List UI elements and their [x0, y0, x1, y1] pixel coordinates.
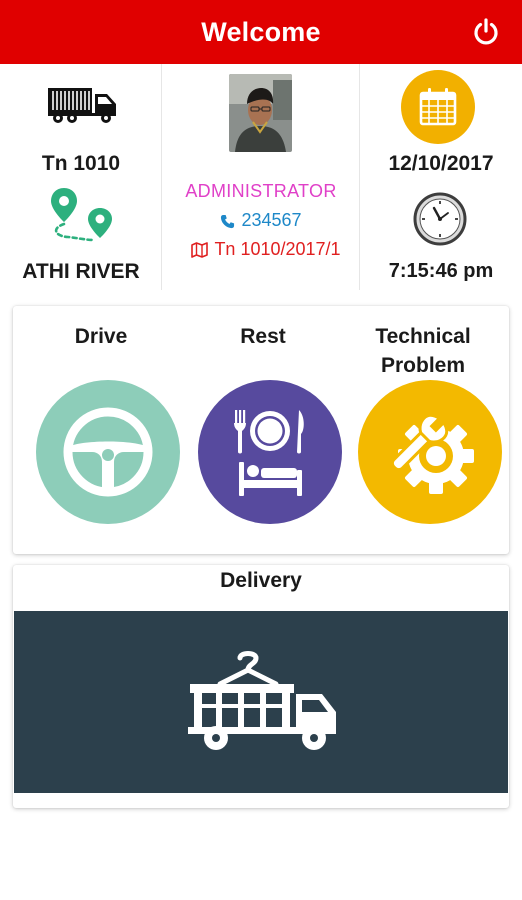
vehicle-location: ATHI RIVER [22, 260, 140, 283]
truck-icon [48, 88, 116, 123]
steering-wheel-icon [63, 407, 153, 497]
drive-circle[interactable] [36, 380, 180, 524]
user-column: ADMINISTRATOR 234567 Tn 1010/2017/1 [162, 64, 360, 290]
rest-button[interactable]: Rest [183, 306, 343, 554]
wrench-gear-icon [390, 413, 474, 494]
technical-problem-label: Technical Problem [375, 325, 471, 377]
page-title: Welcome [201, 16, 321, 47]
status-actions-card: Drive Rest Technical Problem [13, 306, 509, 554]
delivery-label: Delivery [220, 569, 302, 592]
vehicle-number: Tn 1010 [41, 152, 121, 175]
drive-button[interactable]: Drive [21, 306, 181, 554]
current-date: 12/10/2017 [388, 152, 494, 175]
calendar-icon [401, 70, 475, 144]
trip-number: Tn 1010/2017/1 [214, 239, 341, 259]
info-panel: Tn 1010 ATHI RIVER ADMINISTRATOR 234567 … [0, 64, 522, 290]
delivery-card: Delivery [13, 565, 509, 808]
phone-row[interactable]: 234567 [162, 210, 360, 231]
avatar[interactable] [229, 74, 292, 152]
technical-problem-button[interactable]: Technical Problem [343, 306, 503, 554]
rest-icon [234, 410, 304, 496]
map-icon [191, 242, 209, 258]
rest-label: Rest [240, 325, 286, 348]
drive-label: Drive [74, 325, 128, 348]
datetime-column: 12/10/2017 7:15:46 pm [360, 64, 522, 290]
route-icon [51, 188, 112, 242]
trip-row: Tn 1010/2017/1 [162, 239, 360, 260]
phone-icon [221, 214, 235, 229]
technical-problem-circle[interactable] [358, 380, 502, 524]
app-header: Welcome [0, 0, 522, 64]
vehicle-column: Tn 1010 ATHI RIVER [0, 64, 162, 290]
user-role: ADMINISTRATOR [185, 181, 337, 201]
power-icon [474, 18, 498, 45]
user-phone: 234567 [241, 210, 302, 230]
delivery-button[interactable] [14, 611, 508, 793]
power-button[interactable] [468, 14, 504, 50]
rest-circle[interactable] [198, 380, 342, 524]
delivery-truck-icon [188, 651, 336, 750]
clock-icon [413, 192, 467, 246]
current-time: 7:15:46 pm [388, 260, 494, 282]
